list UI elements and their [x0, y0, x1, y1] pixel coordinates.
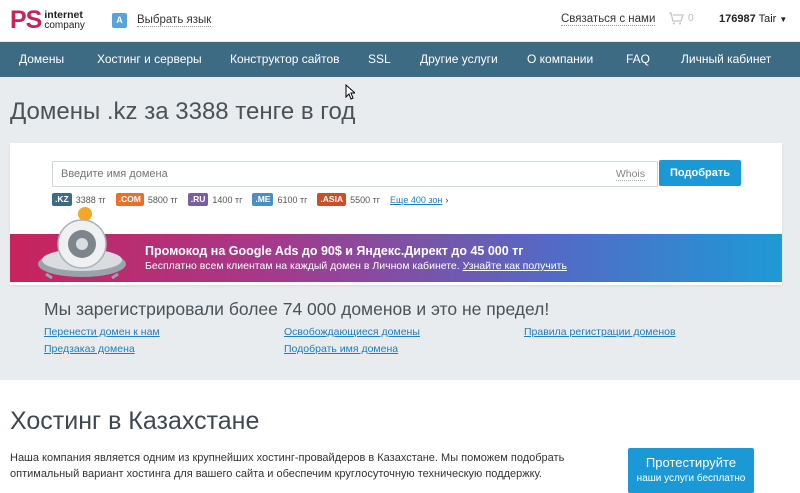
pick-domain-name-link[interactable]: Подобрать имя домена: [284, 343, 420, 355]
logo-line2: company: [44, 20, 85, 31]
main-nav: Домены Хостинг и серверы Конструктор сай…: [0, 42, 800, 77]
domain-search-input[interactable]: [61, 162, 561, 186]
zone-price: 3388 тг: [75, 194, 106, 205]
promo-subtitle: Бесплатно всем клиентам на каждый домен …: [145, 260, 567, 272]
hosting-section: Хостинг в Казахстане Наша компания являе…: [0, 380, 800, 493]
cart-button[interactable]: 0: [668, 11, 694, 25]
translate-icon: A: [112, 13, 127, 28]
logo[interactable]: PS internet company: [10, 8, 85, 33]
zone-item[interactable]: .ASIA 5500 тг: [317, 193, 380, 206]
expiring-domains-link[interactable]: Освобождающиеся домены: [284, 326, 420, 338]
stats-heading: Мы зарегистрировали более 74 000 доменов…: [44, 299, 550, 319]
domain-links-col3: Правила регистрации доменов: [524, 326, 676, 343]
top-bar: PS internet company A Выбрать язык Связа…: [0, 0, 800, 42]
promo-link[interactable]: Узнайте как получить: [463, 260, 567, 272]
promo-title: Промокод на Google Ads до 90$ и Яндекс.Д…: [145, 244, 524, 258]
domain-links-col2: Освобождающиеся домены Подобрать имя дом…: [284, 326, 420, 360]
nav-item-domains[interactable]: Домены: [19, 42, 64, 77]
mouse-cursor-icon: [345, 84, 355, 100]
chevron-down-icon: ▼: [779, 15, 788, 24]
domain-links-col1: Перенести домен к нам Предзаказ домена: [44, 326, 160, 360]
domain-search-box: Whois: [52, 161, 658, 187]
whois-link[interactable]: Whois: [615, 168, 645, 181]
account-menu[interactable]: 176987 Tair ▼: [719, 13, 787, 25]
chevron-right-icon: ›: [445, 194, 449, 205]
domain-rules-link[interactable]: Правила регистрации доменов: [524, 326, 676, 338]
try-free-button-line2: наши услуги бесплатно: [636, 473, 746, 484]
nav-item-account[interactable]: Личный кабинет: [681, 42, 771, 77]
nav-item-about[interactable]: О компании: [527, 42, 593, 77]
zone-price: 6100 тг: [277, 194, 308, 205]
domains-hero: Домены .kz за 3388 тенге в год Whois Под…: [0, 77, 800, 380]
zone-item[interactable]: .RU 1400 тг: [187, 193, 243, 206]
robot-mascot-icon: [38, 207, 126, 280]
zone-price: 5800 тг: [147, 194, 178, 205]
hosting-title: Хостинг в Казахстане: [10, 407, 260, 435]
page-title: Домены .kz за 3388 тенге в год: [10, 98, 356, 125]
cart-count: 0: [688, 12, 694, 24]
nav-item-ssl[interactable]: SSL: [368, 42, 391, 77]
zone-price: 5500 тг: [350, 194, 381, 205]
zone-tag: .RU: [187, 193, 209, 206]
cart-icon: [669, 12, 684, 25]
nav-item-other-services[interactable]: Другие услуги: [420, 42, 498, 77]
try-free-button-line1: Протестируйте: [645, 455, 737, 470]
preorder-domain-link[interactable]: Предзаказ домена: [44, 343, 160, 355]
search-button[interactable]: Подобрать: [659, 160, 741, 186]
account-name: Tair: [758, 13, 777, 25]
account-id: 176987: [719, 13, 756, 25]
contact-link[interactable]: Связаться с нами: [561, 13, 656, 26]
nav-item-faq[interactable]: FAQ: [626, 42, 650, 77]
zone-tag: .ASIA: [317, 193, 347, 206]
transfer-domain-link[interactable]: Перенести домен к нам: [44, 326, 160, 338]
logo-mark: PS: [10, 6, 42, 34]
more-zones-link[interactable]: Еще 400 зон: [390, 195, 442, 205]
hosting-description: Наша компания является одним из крупнейш…: [10, 452, 565, 480]
zone-price: 1400 тг: [212, 194, 243, 205]
zone-tag: .ME: [252, 193, 274, 206]
nav-item-site-builder[interactable]: Конструктор сайтов: [230, 42, 340, 77]
nav-item-hosting[interactable]: Хостинг и серверы: [97, 42, 202, 77]
language-selector[interactable]: A Выбрать язык: [112, 13, 212, 28]
zone-item[interactable]: .ME 6100 тг: [252, 193, 307, 206]
language-label: Выбрать язык: [137, 14, 212, 27]
try-free-button[interactable]: Протестируйте наши услуги бесплатно: [628, 448, 754, 493]
